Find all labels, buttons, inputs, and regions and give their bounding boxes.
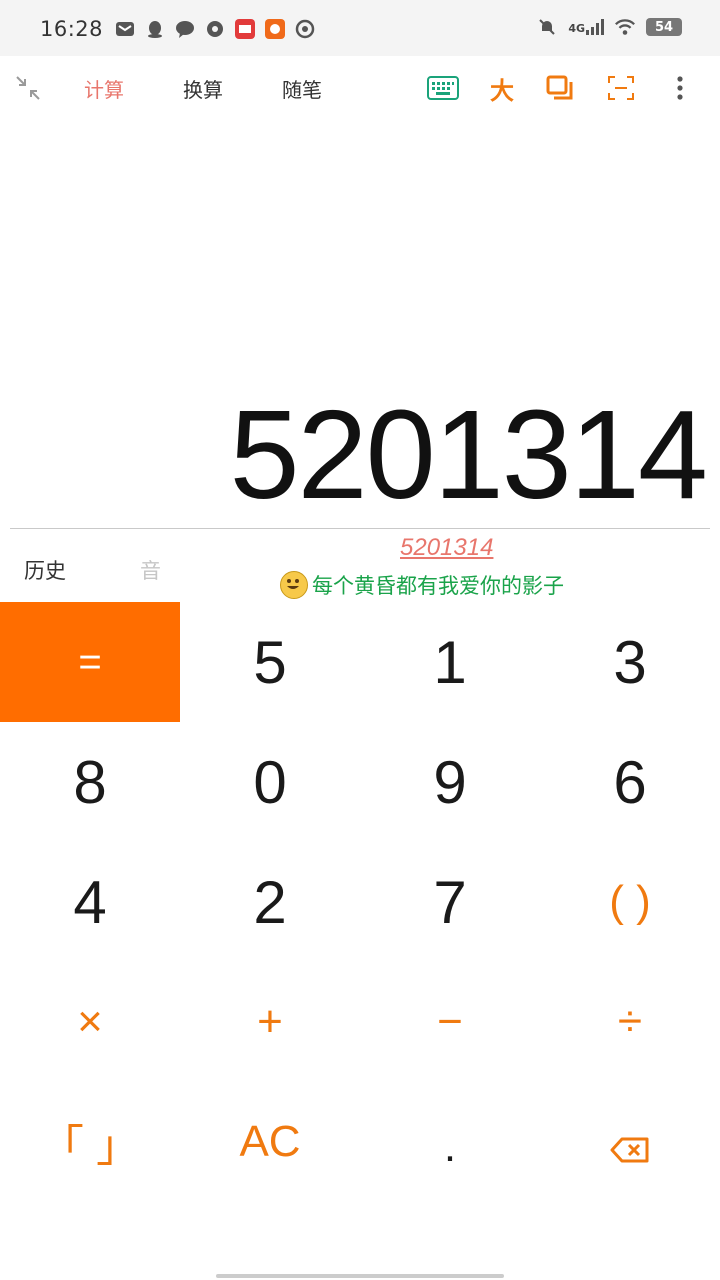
copy-icon[interactable] [544,72,578,104]
plus-key[interactable]: + [180,962,360,1082]
key-3[interactable]: 3 [540,602,720,722]
mute-bell-icon [536,16,558,38]
red-app-icon [234,18,256,40]
status-bar: 16:28 4G 54 [0,0,720,56]
message-bubble-icon [204,18,226,40]
keypad: = 5 1 3 8 0 9 6 4 2 7 ( ) × + − ÷ 「 」 AC… [0,602,720,1202]
easter-egg-banner: 每个黄昏都有我爱你的影子 [280,570,564,600]
mail-icon [114,18,136,40]
collapse-icon[interactable] [14,74,42,102]
divide-key[interactable]: ÷ [540,962,720,1082]
aperture-icon [294,18,316,40]
system-icons: 4G 54 [536,16,682,38]
bracket-key[interactable]: 「 」 [0,1082,180,1202]
backspace-key[interactable] [540,1082,720,1202]
key-8[interactable]: 8 [0,722,180,842]
display-divider [10,528,710,529]
network-type: 4G [568,22,585,35]
toolbar: 计算 换算 随笔 大 [0,60,720,116]
multiply-key[interactable]: × [0,962,180,1082]
home-indicator[interactable] [216,1274,504,1278]
battery-icon: 54 [646,18,682,36]
key-9[interactable]: 9 [360,722,540,842]
backspace-icon [610,1108,650,1177]
result-display: 5201314 [229,384,708,525]
key-4[interactable]: 4 [0,842,180,962]
parentheses-key[interactable]: ( ) [540,842,720,962]
orange-app-icon [264,18,286,40]
chat-icon [174,18,196,40]
smiley-icon [280,571,308,599]
key-1[interactable]: 1 [360,602,540,722]
font-size-button[interactable]: 大 [485,72,519,105]
tab-calculate[interactable]: 计算 [84,74,124,103]
notification-icons [114,18,316,40]
easter-egg-number: 5201314 [400,534,494,561]
key-5[interactable]: 5 [180,602,360,722]
key-2[interactable]: 2 [180,842,360,962]
key-6[interactable]: 6 [540,722,720,842]
history-button[interactable]: 历史 [24,555,66,585]
signal-icon: 4G [568,19,604,35]
wifi-icon [614,16,636,38]
key-7[interactable]: 7 [360,842,540,962]
clear-key[interactable]: AC [180,1082,360,1202]
status-time: 16:28 [40,17,104,41]
equals-key[interactable]: = [0,602,180,722]
decimal-key[interactable]: . [360,1082,540,1202]
keyboard-icon[interactable] [426,72,460,104]
fullscreen-icon[interactable] [604,72,638,104]
tab-convert[interactable]: 换算 [183,74,223,103]
sound-button[interactable]: 音 [140,555,161,585]
qq-icon [144,18,166,40]
easter-egg-message: 每个黄昏都有我爱你的影子 [312,574,564,598]
more-menu-icon[interactable] [663,72,697,104]
minus-key[interactable]: − [360,962,540,1082]
key-0[interactable]: 0 [180,722,360,842]
tab-notes[interactable]: 随笔 [282,74,322,103]
